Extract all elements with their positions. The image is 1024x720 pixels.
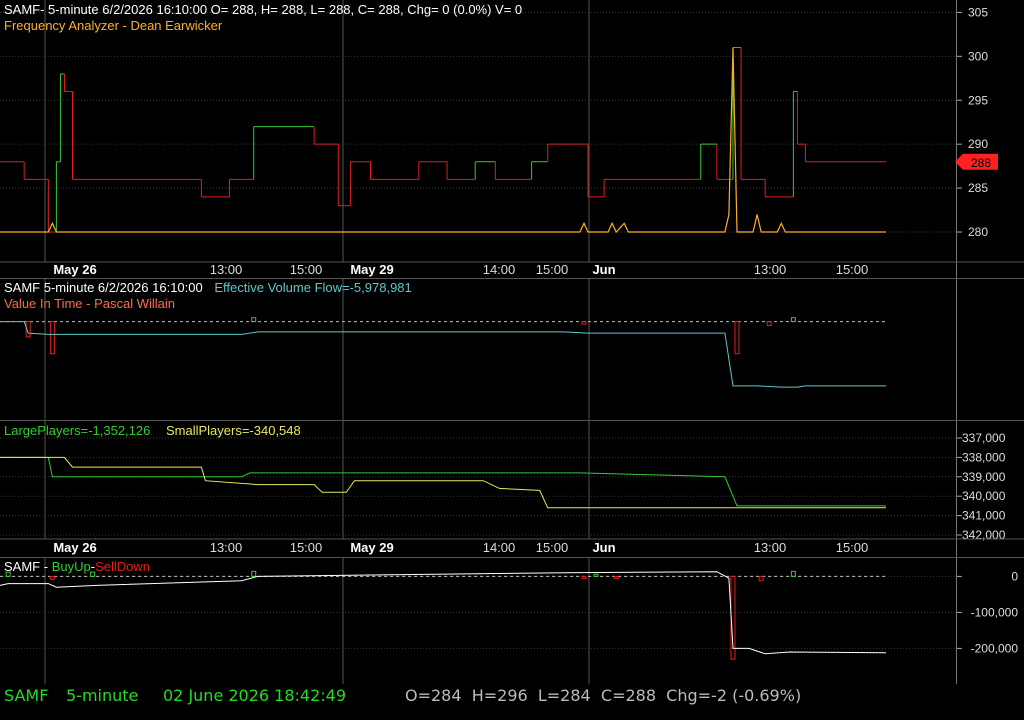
status-ohlc: O=284 H=296 L=284 C=288 Chg=-2 (-0.69%) bbox=[405, 686, 802, 705]
effective-volume-flow-line bbox=[0, 321, 886, 388]
value-in-time-pane: SAMF 5-minute 6/2/2026 16:10:00 Effectiv… bbox=[0, 279, 1024, 420]
y-axis-label: 342,000 bbox=[962, 528, 1006, 542]
status-interval: 5-minute bbox=[66, 686, 139, 705]
last-price-value: 288 bbox=[971, 156, 991, 170]
time-axis-label: 13:00 bbox=[754, 262, 787, 277]
symbol-header: SAMF- 5-minute 6/2/2026 16:10:00 O= 288,… bbox=[4, 2, 523, 17]
y-axis-label: 340,000 bbox=[962, 489, 1006, 503]
buyup-label: BuyUp bbox=[51, 559, 91, 574]
vit-symbol-header: SAMF 5-minute 6/2/2026 16:10:00 Effectiv… bbox=[4, 281, 412, 295]
time-axis-label: May 26 bbox=[53, 540, 96, 555]
time-axis-label: 13:00 bbox=[754, 540, 787, 555]
y-axis-label: 339,000 bbox=[962, 470, 1006, 484]
status-symbol: SAMF bbox=[4, 686, 49, 705]
small-players-line bbox=[0, 456, 886, 509]
small-players-label: SmallPlayers=-340,548 bbox=[165, 423, 301, 438]
y-axis-label: 305 bbox=[968, 5, 988, 19]
time-axis-label: 14:00 bbox=[483, 540, 516, 555]
large-players-line bbox=[0, 456, 886, 507]
selldown-bar bbox=[613, 575, 619, 579]
vit-bar bbox=[790, 317, 796, 323]
y-axis-label: 337,000 bbox=[962, 431, 1006, 445]
time-axis-label: 13:00 bbox=[210, 540, 243, 555]
y-axis-label: 295 bbox=[968, 93, 988, 107]
selldown-label: SellDown bbox=[95, 559, 150, 574]
time-axis-label: Jun bbox=[592, 540, 615, 555]
selldown-bar bbox=[49, 575, 55, 580]
buyup-selldown-pane: 0 -100,000 -200,000 SAMF - BuyUp-SellDown bbox=[0, 558, 1024, 684]
buysell-chart-svg: 0 -100,000 -200,000 bbox=[0, 558, 1019, 684]
y-axis-label: -100,000 bbox=[971, 605, 1019, 619]
time-axis-label: May 29 bbox=[350, 540, 393, 555]
buyup-bar bbox=[593, 573, 599, 577]
vit-study-title: Value In Time - Pascal Willain bbox=[4, 296, 175, 311]
selldown-bar bbox=[581, 575, 587, 579]
buyup-bar bbox=[790, 570, 796, 577]
vit-bar bbox=[49, 321, 55, 355]
players-chart-svg: 337,000 338,000 339,000 340,000 341,000 342,0… bbox=[0, 421, 1024, 555]
y-axis-label: 0 bbox=[1011, 569, 1018, 583]
time-axis-label: Jun bbox=[592, 262, 615, 277]
time-axis-label: May 29 bbox=[350, 262, 393, 277]
price-pane: 305 300 295 290 285 280 May 26 13:00 15:00 May 29… bbox=[0, 0, 1024, 278]
players-legend: LargePlayers=-1,352,126 SmallPlayers=-34… bbox=[4, 424, 301, 438]
large-players-label: LargePlayers=-1,352,126 bbox=[4, 423, 151, 438]
vit-bar bbox=[251, 317, 257, 323]
buysell-legend: SAMF - BuyUp-SellDown bbox=[4, 560, 150, 574]
vit-bar bbox=[766, 321, 772, 326]
y-axis-label: 300 bbox=[968, 49, 988, 63]
time-axis-label: May 26 bbox=[53, 262, 96, 277]
time-axis-label: 13:00 bbox=[210, 262, 243, 277]
frequency-line bbox=[0, 47, 886, 234]
vit-symbol-line: SAMF 5-minute 6/2/2026 16:10:00 bbox=[4, 280, 203, 295]
y-axis-label: 290 bbox=[968, 137, 988, 151]
time-axis-label: 15:00 bbox=[536, 540, 569, 555]
selldown-bar bbox=[758, 575, 764, 582]
players-pane: 337,000 338,000 339,000 340,000 341,000 342,0… bbox=[0, 421, 1024, 557]
y-axis-label: 338,000 bbox=[962, 450, 1006, 464]
effective-volume-flow-label: Effective Volume Flow=-5,978,981 bbox=[214, 280, 412, 295]
status-bar: SAMF 5-minute 02 June 2026 18:42:49 O=28… bbox=[0, 684, 1024, 720]
legend-dash: - bbox=[40, 559, 52, 574]
time-axis-label: 15:00 bbox=[836, 540, 869, 555]
time-axis-label: 15:00 bbox=[536, 262, 569, 277]
time-axis-label: 15:00 bbox=[290, 262, 323, 277]
status-datetime: 02 June 2026 18:42:49 bbox=[163, 686, 347, 705]
y-axis-label: -200,000 bbox=[971, 641, 1019, 655]
time-axis-label: 14:00 bbox=[483, 262, 516, 277]
study-title: Frequency Analyzer - Dean Earwicker bbox=[4, 18, 223, 33]
price-chart-svg: 305 300 295 290 285 280 May 26 13:00 15:00 May 29… bbox=[0, 0, 1024, 277]
vit-bar bbox=[734, 321, 740, 355]
vit-bar bbox=[581, 321, 587, 325]
buysell-symbol: SAMF bbox=[4, 559, 41, 574]
time-axis-label: 15:00 bbox=[836, 262, 869, 277]
y-axis-label: 280 bbox=[968, 225, 988, 239]
y-axis-label: 285 bbox=[968, 181, 988, 195]
y-axis-label: 341,000 bbox=[962, 509, 1006, 523]
time-axis-label: 15:00 bbox=[290, 540, 323, 555]
buyup-bar bbox=[251, 570, 257, 577]
